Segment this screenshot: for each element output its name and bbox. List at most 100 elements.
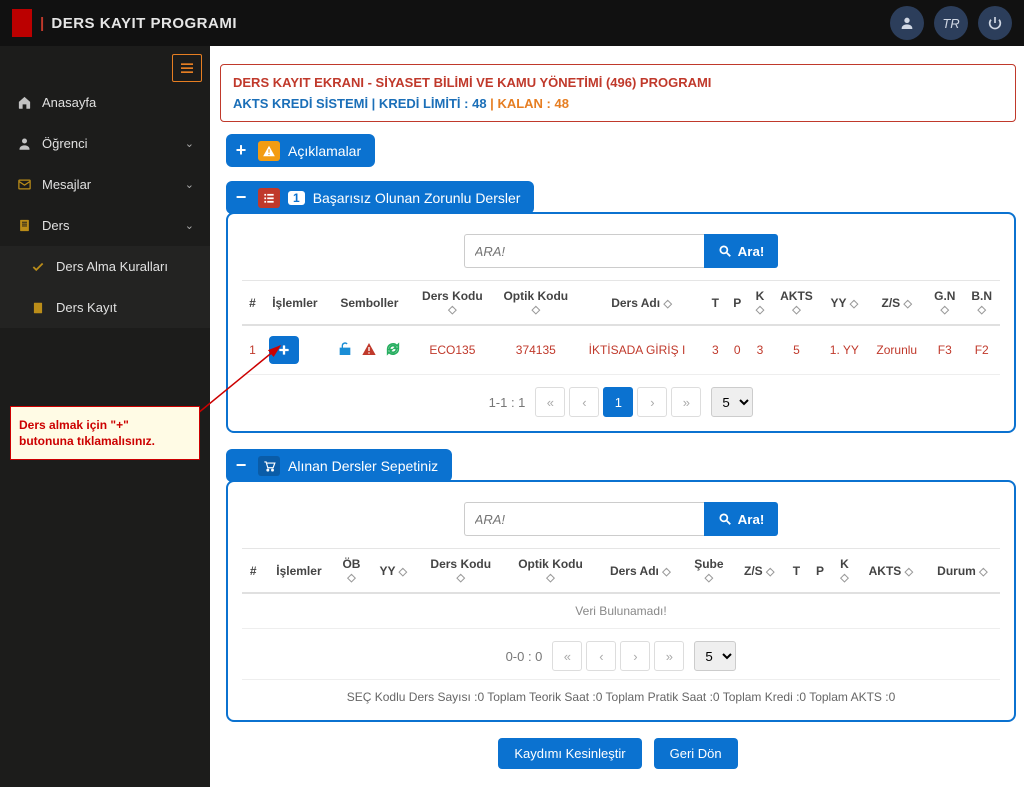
search-input[interactable] bbox=[464, 502, 704, 536]
main-content: DERS KAYIT EKRANI - SİYASET BİLİMİ VE KA… bbox=[210, 46, 1024, 787]
col-islemler: İşlemler bbox=[263, 281, 327, 326]
plus-icon bbox=[277, 343, 291, 357]
col-ob[interactable]: ÖB◇ bbox=[333, 549, 369, 594]
col-yy[interactable]: YY ◇ bbox=[821, 281, 867, 326]
col-sube[interactable]: Şube◇ bbox=[684, 549, 734, 594]
pager-next-button[interactable]: › bbox=[620, 641, 650, 671]
cell-gn: F3 bbox=[926, 325, 963, 375]
cell-semboller bbox=[327, 325, 412, 375]
app-logo-icon bbox=[12, 9, 32, 37]
col-ders-adi[interactable]: Ders Adı ◇ bbox=[579, 281, 705, 326]
power-button[interactable] bbox=[978, 6, 1012, 40]
add-course-button[interactable] bbox=[269, 336, 299, 364]
cell-num: 1 bbox=[242, 325, 263, 375]
pager-sepet: 0-0 : 0 « ‹ › » 5 bbox=[242, 641, 1000, 671]
topbar-right: TR bbox=[890, 6, 1012, 40]
pager-next-button[interactable]: › bbox=[637, 387, 667, 417]
panel-basarisiz: Ara! # İşlemler Semboller Ders Kodu◇ Opt… bbox=[226, 212, 1016, 433]
plus-icon: + bbox=[232, 140, 250, 161]
col-akts[interactable]: AKTS ◇ bbox=[857, 549, 925, 594]
sidebar-item-ders[interactable]: Ders ⌄ bbox=[0, 205, 210, 246]
col-semboller: Semboller bbox=[327, 281, 412, 326]
pager-size-select[interactable]: 5 bbox=[711, 387, 753, 417]
col-ders-adi[interactable]: Ders Adı ◇ bbox=[597, 549, 684, 594]
search-icon bbox=[718, 512, 732, 526]
cell-ad: İKTİSADA GİRİŞ I bbox=[579, 325, 705, 375]
search-button[interactable]: Ara! bbox=[704, 234, 779, 268]
pager-last-button[interactable]: » bbox=[671, 387, 701, 417]
col-t: T bbox=[704, 281, 726, 326]
pager-first-button[interactable]: « bbox=[535, 387, 565, 417]
sepet-toggle[interactable]: − Alınan Dersler Sepetiniz bbox=[226, 449, 452, 482]
sidebar-item-label: Öğrenci bbox=[42, 136, 88, 151]
aciklamalar-toggle[interactable]: + Açıklamalar bbox=[226, 134, 375, 167]
cell-t: 3 bbox=[704, 325, 726, 375]
language-button[interactable]: TR bbox=[934, 6, 968, 40]
cell-zs: Zorunlu bbox=[867, 325, 926, 375]
sidebar-toggle-button[interactable] bbox=[172, 54, 202, 82]
col-p: P bbox=[808, 549, 832, 594]
sepet-table: # İşlemler ÖB◇ YY ◇ Ders Kodu◇ Optik Kod… bbox=[242, 548, 1000, 629]
refresh-icon bbox=[385, 341, 401, 360]
chevron-down-icon: ⌄ bbox=[185, 137, 194, 150]
profile-button[interactable] bbox=[890, 6, 924, 40]
sidebar-item-ogrenci[interactable]: Öğrenci ⌄ bbox=[0, 123, 210, 164]
col-bn[interactable]: B.N◇ bbox=[963, 281, 1000, 326]
col-gn[interactable]: G.N◇ bbox=[926, 281, 963, 326]
sidebar-subitem-ders-alma-kurallari[interactable]: Ders Alma Kuralları bbox=[0, 246, 210, 287]
warning-icon bbox=[258, 141, 280, 161]
cell-kod: ECO135 bbox=[412, 325, 493, 375]
list-icon bbox=[258, 188, 280, 208]
sidebar-item-label: Mesajlar bbox=[42, 177, 91, 192]
col-akts[interactable]: AKTS◇ bbox=[772, 281, 822, 326]
section-basarisiz-header: − 1 Başarısız Olunan Zorunlu Dersler bbox=[226, 181, 1016, 214]
section-aciklamalar: + Açıklamalar bbox=[226, 134, 1016, 167]
col-ders-kodu[interactable]: Ders Kodu◇ bbox=[412, 281, 493, 326]
warning-icon bbox=[361, 341, 377, 360]
cell-akts: 5 bbox=[772, 325, 822, 375]
col-zs[interactable]: Z/S ◇ bbox=[867, 281, 926, 326]
col-k[interactable]: K◇ bbox=[748, 281, 771, 326]
pager-size-select[interactable]: 5 bbox=[694, 641, 736, 671]
banner-program-title: DERS KAYIT EKRANI - SİYASET BİLİMİ VE KA… bbox=[233, 75, 711, 90]
col-ders-kodu[interactable]: Ders Kodu◇ bbox=[417, 549, 504, 594]
basarisiz-table: # İşlemler Semboller Ders Kodu◇ Optik Ko… bbox=[242, 280, 1000, 375]
topbar-left: | DERS KAYIT PROGRAMI bbox=[12, 9, 237, 37]
pager-first-button[interactable]: « bbox=[552, 641, 582, 671]
col-num[interactable]: # bbox=[242, 281, 263, 326]
minus-icon: − bbox=[232, 187, 250, 208]
search-button[interactable]: Ara! bbox=[704, 502, 779, 536]
back-button[interactable]: Geri Dön bbox=[654, 738, 738, 769]
table-row-empty: Veri Bulunamadı! bbox=[242, 593, 1000, 629]
user-icon bbox=[16, 136, 32, 151]
col-optik-kodu[interactable]: Optik Kodu◇ bbox=[504, 549, 596, 594]
cell-yy: 1. YY bbox=[821, 325, 867, 375]
col-k[interactable]: K◇ bbox=[832, 549, 857, 594]
search-icon bbox=[718, 244, 732, 258]
pager-prev-button[interactable]: ‹ bbox=[586, 641, 616, 671]
col-durum[interactable]: Durum ◇ bbox=[925, 549, 1000, 594]
pager-page-button[interactable]: 1 bbox=[603, 387, 633, 417]
sidebar-subitem-ders-kayit[interactable]: Ders Kayıt bbox=[0, 287, 210, 328]
col-yy[interactable]: YY ◇ bbox=[369, 549, 417, 594]
program-banner: DERS KAYIT EKRANI - SİYASET BİLİMİ VE KA… bbox=[220, 64, 1016, 122]
pager-last-button[interactable]: » bbox=[654, 641, 684, 671]
sidebar-item-label: Ders bbox=[42, 218, 69, 233]
col-t: T bbox=[785, 549, 808, 594]
sidebar-item-mesajlar[interactable]: Mesajlar ⌄ bbox=[0, 164, 210, 205]
col-p: P bbox=[726, 281, 748, 326]
search-input[interactable] bbox=[464, 234, 704, 268]
check-icon bbox=[30, 260, 46, 274]
document-icon bbox=[30, 301, 46, 315]
col-optik-kodu[interactable]: Optik Kodu◇ bbox=[493, 281, 579, 326]
empty-message: Veri Bulunamadı! bbox=[242, 593, 1000, 629]
basarisiz-toggle[interactable]: − 1 Başarısız Olunan Zorunlu Dersler bbox=[226, 181, 534, 214]
mail-icon bbox=[16, 177, 32, 192]
pager-prev-button[interactable]: ‹ bbox=[569, 387, 599, 417]
sidebar-item-anasayfa[interactable]: Anasayfa bbox=[0, 82, 210, 123]
pager-info: 0-0 : 0 bbox=[506, 649, 543, 664]
save-registration-button[interactable]: Kaydımı Kesinleştir bbox=[498, 738, 641, 769]
cart-icon bbox=[258, 456, 280, 476]
sidebar-sub-ders: Ders Alma Kuralları Ders Kayıt bbox=[0, 246, 210, 328]
col-zs[interactable]: Z/S ◇ bbox=[734, 549, 785, 594]
